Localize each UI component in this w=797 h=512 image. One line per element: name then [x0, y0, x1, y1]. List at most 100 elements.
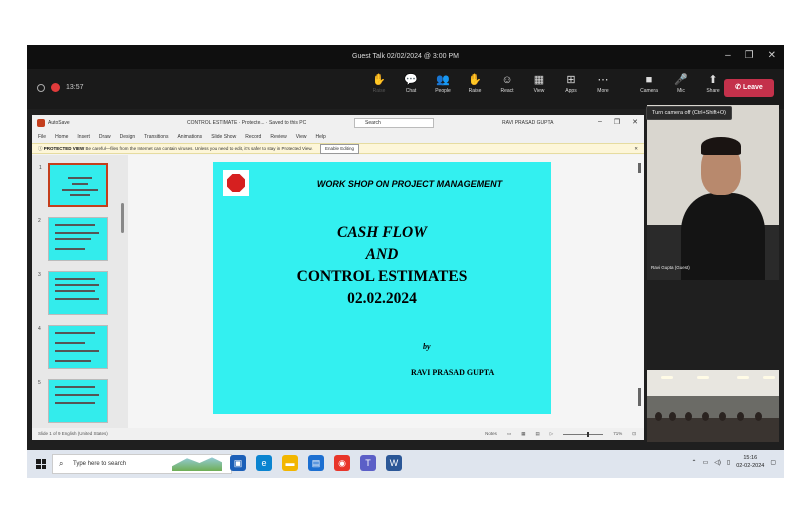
menu-item-transitions[interactable]: Transitions	[144, 131, 168, 143]
react-icon: ☺	[501, 74, 513, 86]
tool-label: Camera	[640, 88, 658, 94]
chrome-icon[interactable]: ◉	[334, 455, 350, 471]
tool-mic-button[interactable]: 🎤 Mic	[669, 73, 693, 94]
participant-video[interactable]: Ravi Gupta (Guest)	[647, 105, 779, 280]
tool-share-button[interactable]: ⬆ Share	[701, 73, 725, 94]
tool-label: Chat	[405, 88, 417, 94]
slide-thumbnail-4[interactable]: 4	[38, 325, 108, 369]
tool-label: React	[500, 88, 514, 94]
edge-icon[interactable]: e	[256, 455, 272, 471]
windows-taskbar: ⌕ Type here to search ▣ e ▬ ▤ ◉ T W ⌃ ▭ …	[27, 450, 784, 478]
raise-icon: ✋	[468, 74, 482, 86]
powerpoint-logo-icon	[37, 119, 45, 127]
shield-icon	[37, 83, 45, 92]
tool-camera-button[interactable]: ■ Camera	[637, 73, 661, 94]
close-bar-icon[interactable]: ✕	[634, 144, 638, 154]
notification-icon[interactable]: ▢	[770, 459, 776, 466]
participant-name: Ravi Gupta (Guest)	[651, 265, 690, 270]
tray-chevron-icon[interactable]: ⌃	[692, 459, 697, 466]
restore-icon[interactable]: ❐	[745, 50, 754, 61]
menu-item-insert[interactable]: Insert	[77, 131, 90, 143]
volume-icon[interactable]: ◁)	[714, 459, 721, 466]
file-explorer-icon[interactable]: ▬	[282, 455, 298, 471]
enable-editing-button[interactable]: Enable Editing	[319, 144, 359, 154]
slide-canvas: WORK SHOP ON PROJECT MANAGEMENT CASH FLO…	[128, 155, 644, 428]
tool-label: People	[435, 88, 451, 94]
teams-icon[interactable]: T	[360, 455, 376, 471]
menu-item-view[interactable]: View	[296, 131, 307, 143]
slide-thumbnail-1[interactable]: 1	[39, 163, 108, 207]
tool-label: Share	[706, 88, 720, 94]
notes-button[interactable]: Notes	[485, 428, 497, 440]
reading-view-icon[interactable]: ▤	[535, 428, 539, 440]
word-icon[interactable]: W	[386, 455, 402, 471]
menu-item-design[interactable]: Design	[120, 131, 136, 143]
battery-icon[interactable]: ▯	[727, 459, 730, 466]
autosave-toggle[interactable]: AutoSave	[48, 120, 70, 126]
file-name: CONTROL ESTIMATE · Protecte... · Saved t…	[187, 120, 307, 126]
menu-item-review[interactable]: Review	[270, 131, 286, 143]
minimize-icon[interactable]: –	[725, 50, 731, 61]
tool-label: View	[533, 88, 545, 94]
ppt-minimize-icon[interactable]: –	[598, 118, 602, 126]
tool-label: Raise	[372, 88, 386, 94]
teams-window: Guest Talk 02/02/2024 @ 3:00 PM – ❐ ✕ 1 3…	[27, 45, 784, 478]
slide-title-line1: CASH FLOW	[336, 224, 427, 241]
tool-apps-button[interactable]: ⊞ Apps	[559, 73, 583, 94]
ppt-restore-icon[interactable]: ❐	[614, 118, 620, 126]
thumbnail-scrollbar[interactable]	[121, 203, 124, 233]
tool-raise-button[interactable]: ✋ Raise	[463, 73, 487, 94]
task-view-icon[interactable]: ▣	[230, 455, 246, 471]
ppt-search-input[interactable]: Search	[354, 118, 434, 128]
search-icon: ⌕	[59, 459, 64, 468]
powerpoint-window: AutoSave CONTROL ESTIMATE · Protecte... …	[32, 115, 644, 440]
tool-raise-button[interactable]: ✋ Raise	[367, 73, 391, 94]
menu-item-slide-show[interactable]: Slide Show	[211, 131, 236, 143]
apps-icon: ⊞	[566, 74, 576, 86]
close-icon[interactable]: ✕	[768, 50, 776, 61]
clock-time: 15:16	[743, 455, 758, 461]
slide-title-line2: AND	[365, 246, 399, 263]
slide-date: 02.02.2024	[347, 290, 417, 307]
ppt-close-icon[interactable]: ✕	[632, 118, 638, 126]
canvas-scrollbar[interactable]	[638, 163, 641, 423]
clock[interactable]: 15:16 02-02-2024	[736, 454, 764, 470]
fit-slide-icon[interactable]: ⊡	[632, 428, 636, 440]
view-icon: ▦	[533, 74, 545, 86]
slide-thumbnail-2[interactable]: 2	[38, 217, 108, 261]
menu-item-help[interactable]: Help	[315, 131, 325, 143]
tool-label: Raise	[468, 88, 482, 94]
menu-item-home[interactable]: Home	[55, 131, 68, 143]
windows-start-icon[interactable]	[36, 459, 46, 469]
menu-item-record[interactable]: Record	[245, 131, 261, 143]
protected-label: PROTECTED VIEW	[43, 146, 85, 151]
menu-item-draw[interactable]: Draw	[99, 131, 111, 143]
tool-react-button[interactable]: ☺ React	[495, 73, 519, 94]
raise-icon: ✋	[372, 74, 386, 86]
tool-label: More	[597, 88, 609, 94]
slideshow-icon[interactable]: ▷	[550, 428, 553, 440]
tool-view-button[interactable]: ▦ View	[527, 73, 551, 94]
zoom-level: 71%	[613, 431, 623, 436]
tool-more-button[interactable]: ⋯ More	[591, 73, 615, 94]
tool-chat-button[interactable]: 💬 Chat	[399, 73, 423, 94]
zoom-slider[interactable]	[563, 431, 604, 437]
status-left: Slide 1 of 9 English (United States)	[38, 431, 108, 436]
menu-item-animations[interactable]: Animations	[177, 131, 202, 143]
leave-label: Leave	[742, 84, 763, 91]
sorter-view-icon[interactable]: ▦	[521, 428, 525, 440]
normal-view-icon[interactable]: ▭	[507, 428, 511, 440]
camera-tooltip: Turn camera off (Ctrl+Shift+O)	[646, 106, 732, 120]
more-icon: ⋯	[597, 74, 609, 86]
classroom-video[interactable]	[647, 370, 779, 442]
user-name[interactable]: RAVI PRASAD GUPTA	[502, 120, 554, 126]
menu-item-file[interactable]: File	[38, 131, 46, 143]
network-icon[interactable]: ▭	[703, 459, 709, 466]
slide-thumbnail-5[interactable]: 5	[38, 379, 108, 423]
system-tray: ⌃ ▭ ◁) ▯ 15:16 02-02-2024 ▢	[692, 454, 776, 470]
slide-thumbnail-3[interactable]: 3	[38, 271, 108, 315]
tool-people-button[interactable]: 👥 People	[431, 73, 455, 94]
meeting-title: Guest Talk 02/02/2024 @ 3:00 PM	[352, 53, 459, 60]
store-icon[interactable]: ▤	[308, 455, 324, 471]
leave-button[interactable]: ✆ Leave	[724, 79, 774, 97]
